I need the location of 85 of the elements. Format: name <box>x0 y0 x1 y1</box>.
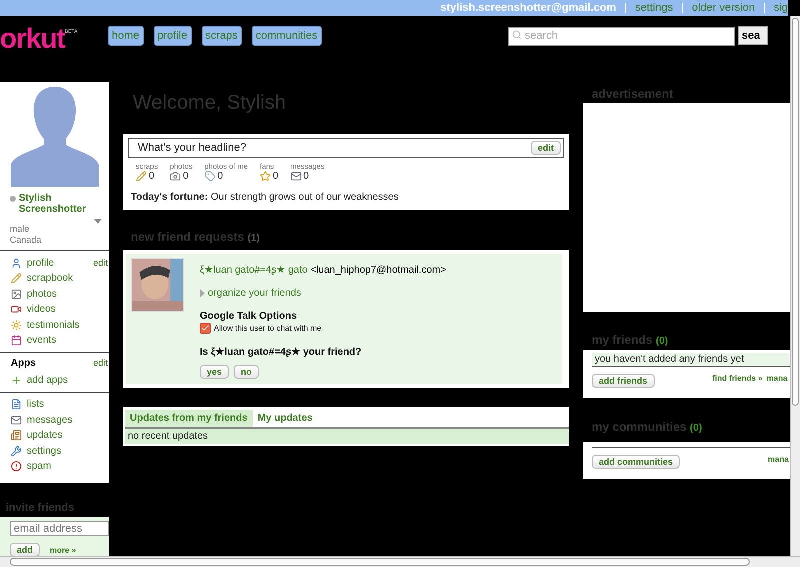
menu-link[interactable]: add apps <box>27 374 108 386</box>
options-title: Google Talk Options <box>200 311 298 322</box>
empty-message: no recent updates <box>125 429 569 444</box>
apps-title: Apps <box>11 358 37 369</box>
plus-icon <box>11 374 22 386</box>
top-link[interactable]: sig <box>774 2 788 14</box>
calendar-icon <box>11 335 22 346</box>
menu-link[interactable]: events <box>27 335 108 346</box>
star-icon <box>260 171 271 182</box>
person-icon <box>11 258 22 269</box>
friend-question: Is ξ★luan gato#=4ʂ★ your friend? <box>200 346 363 358</box>
pencil-icon <box>136 171 147 182</box>
friend-count: (0) <box>656 336 668 347</box>
video-icon <box>11 304 22 316</box>
headline-field[interactable]: What's your headline? edit <box>128 138 564 158</box>
menu-link[interactable]: updates <box>27 430 108 442</box>
photo-icon <box>11 288 22 300</box>
document-icon <box>11 399 22 410</box>
checkbox[interactable] <box>200 323 211 334</box>
mail-icon <box>11 414 22 426</box>
profile-name[interactable]: Stylish Screenshotter <box>19 193 109 215</box>
add-friends-button[interactable]: add friends <box>592 374 655 388</box>
stat-count[interactable]: 0 <box>218 171 224 182</box>
more-link[interactable]: more » <box>50 546 76 554</box>
nav-button[interactable]: home <box>108 26 144 46</box>
organize-link[interactable]: organize your friends <box>208 288 302 299</box>
vertical-scrollbar[interactable] <box>790 16 800 556</box>
alert-icon <box>11 461 22 472</box>
request-sender: ξ★luan gato#=4ʂ★ gato <luan_hiphop7@hotmail.com> <box>200 264 446 276</box>
answer-button[interactable]: no <box>234 365 260 379</box>
add-communities-button[interactable]: add communities <box>592 455 680 469</box>
country-text: Canada <box>9 235 43 246</box>
pencil-icon <box>11 273 22 284</box>
nav-button[interactable]: profile <box>154 26 192 46</box>
fortune-text: Today's fortune: Our strength grows out of our weaknesses <box>131 192 400 203</box>
email-field[interactable]: email address <box>10 521 109 536</box>
menu-link[interactable]: photos <box>27 288 108 300</box>
footer-link[interactable]: mana <box>766 374 788 383</box>
nav-button[interactable]: communities <box>252 26 322 46</box>
caret-icon[interactable] <box>94 219 102 224</box>
edit-link[interactable]: edit <box>93 258 108 268</box>
news-icon <box>11 430 22 442</box>
horizontal-scrollbar[interactable] <box>0 556 800 567</box>
menu-link[interactable]: messages <box>27 414 108 426</box>
add-button[interactable]: add <box>10 543 40 557</box>
account-email: stylish.screenshotter@gmail.com <box>440 2 616 14</box>
submit-button[interactable]: sea <box>738 26 768 45</box>
footer-link[interactable]: mana <box>768 455 789 464</box>
mail-icon <box>290 171 302 182</box>
wrench-icon <box>11 446 22 457</box>
search-field[interactable]: search <box>508 26 735 46</box>
menu-link[interactable]: profile <box>27 258 88 269</box>
logo[interactable]: orkut <box>0 26 65 52</box>
tag-icon <box>204 171 216 182</box>
nav-button[interactable]: scraps <box>202 26 242 46</box>
menu-link[interactable]: lists <box>27 399 108 410</box>
separator: | <box>763 2 766 14</box>
stat-count[interactable]: 0 <box>272 171 279 182</box>
answer-button[interactable]: yes <box>200 365 230 379</box>
search-icon <box>512 30 522 40</box>
edit-link[interactable]: edit <box>93 358 108 369</box>
updates-tab[interactable]: My updates <box>252 410 318 427</box>
edit-button[interactable]: edit <box>530 141 561 155</box>
separator: | <box>681 2 684 14</box>
menu-link[interactable]: scrapbook <box>27 273 108 284</box>
menu-link[interactable]: videos <box>27 304 108 316</box>
menu-link[interactable]: testimonials <box>27 320 108 331</box>
updates-tab[interactable]: Updates from my friends <box>125 410 253 427</box>
status-dot <box>10 196 16 202</box>
checkbox-label: Allow this user to chat with me <box>214 324 322 333</box>
stat-count[interactable]: 0 <box>149 171 155 182</box>
menu-link[interactable]: spam <box>27 461 108 472</box>
camera-icon <box>170 171 182 182</box>
expand-arrow-icon[interactable] <box>200 289 205 298</box>
footer-link[interactable]: find friends » <box>712 374 763 383</box>
stat-count[interactable]: 0 <box>304 171 310 182</box>
top-link[interactable]: settings <box>635 2 674 14</box>
menu-link[interactable]: settings <box>27 446 108 457</box>
gender-text: male <box>9 224 31 235</box>
sun-icon <box>11 320 22 331</box>
stat-count[interactable]: 0 <box>183 171 189 182</box>
top-link[interactable]: older version <box>692 2 756 14</box>
separator: | <box>624 2 628 14</box>
request-count: (1) <box>248 233 260 244</box>
community-count: (0) <box>690 423 702 434</box>
